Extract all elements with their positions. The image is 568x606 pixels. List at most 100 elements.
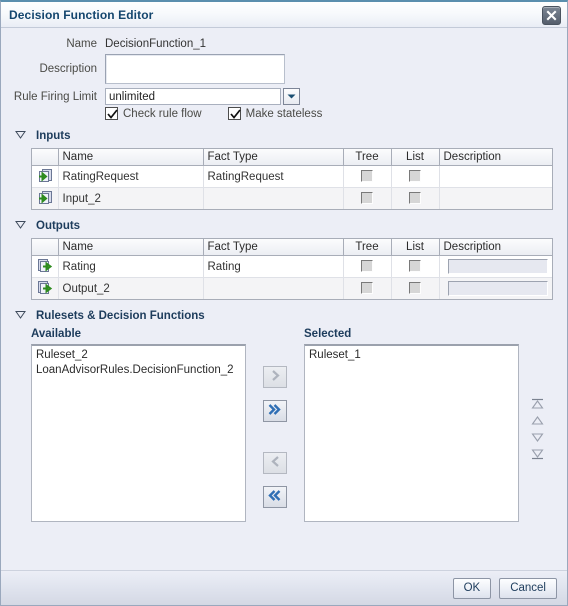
check-rule-flow-item[interactable]: Check rule flow: [105, 107, 202, 120]
input-fact-type-cell[interactable]: RatingRequest: [203, 165, 344, 188]
outputs-table-wrapper: Name Fact Type Tree List Description Rat…: [31, 238, 553, 300]
tree-checkbox[interactable]: [361, 260, 373, 273]
rule-firing-limit-label: Rule Firing Limit: [13, 90, 97, 103]
inputs-table: Name Fact Type Tree List Description Rat…: [32, 149, 552, 209]
outputs-header-row: Name Fact Type Tree List Description: [32, 239, 552, 256]
inputs-col-fact-type: Fact Type: [203, 149, 344, 166]
table-row[interactable]: Input_2: [32, 187, 552, 209]
inputs-section-header[interactable]: Inputs: [15, 130, 567, 142]
input-fact-type-cell[interactable]: [203, 187, 344, 209]
close-icon[interactable]: [542, 6, 561, 25]
chevron-double-right-icon: [268, 403, 283, 419]
rulesets-section-header[interactable]: Rulesets & Decision Functions: [15, 310, 567, 322]
disclosure-triangle-down-icon[interactable]: [15, 130, 26, 142]
list-checkbox[interactable]: [409, 282, 421, 295]
output-fact-type-cell[interactable]: Rating: [203, 255, 344, 278]
output-arrow-icon: [32, 255, 59, 278]
properties-form: Name DecisionFunction_1 Description Rule…: [1, 28, 567, 120]
name-value: DecisionFunction_1: [105, 38, 207, 50]
check-rule-flow-checkbox[interactable]: [105, 107, 118, 120]
table-row[interactable]: Rating Rating: [32, 255, 552, 278]
ruleset-shuttle: Available Ruleset_2 LoanAdvisorRules.Dec…: [1, 328, 567, 522]
rule-firing-limit-combo[interactable]: [105, 88, 300, 105]
selected-listbox[interactable]: Ruleset_1: [304, 344, 519, 522]
output-fact-type-cell[interactable]: [203, 277, 344, 299]
output-list-cell[interactable]: [391, 277, 440, 299]
input-name-cell[interactable]: RatingRequest: [58, 165, 204, 188]
list-item[interactable]: Ruleset_2: [32, 348, 245, 363]
ok-button[interactable]: OK: [452, 577, 492, 599]
table-row[interactable]: RatingRequest RatingRequest: [32, 165, 552, 188]
input-description-cell[interactable]: [439, 165, 552, 188]
chevron-left-icon: [269, 455, 282, 471]
list-item[interactable]: LoanAdvisorRules.DecisionFunction_2: [32, 363, 245, 378]
move-up-button[interactable]: [527, 413, 547, 430]
list-item[interactable]: Ruleset_1: [305, 348, 518, 363]
move-all-right-button[interactable]: [263, 400, 287, 422]
decision-function-editor-dialog: Decision Function Editor Name DecisionFu…: [0, 0, 568, 606]
list-checkbox[interactable]: [409, 260, 421, 273]
disclosure-triangle-down-icon[interactable]: [15, 220, 26, 232]
output-description-cell[interactable]: [439, 277, 552, 299]
disclosure-triangle-down-icon[interactable]: [15, 310, 26, 322]
name-row: Name DecisionFunction_1: [1, 38, 567, 50]
outputs-table: Name Fact Type Tree List Description Rat…: [32, 239, 552, 299]
make-stateless-checkbox[interactable]: [227, 107, 241, 120]
inputs-col-description: Description: [439, 149, 552, 166]
move-up-icon: [530, 414, 545, 430]
outputs-col-description: Description: [439, 239, 552, 256]
rulesets-section-title: Rulesets & Decision Functions: [36, 310, 205, 322]
chevron-down-icon[interactable]: [283, 88, 300, 105]
tree-checkbox[interactable]: [361, 282, 373, 295]
outputs-col-list: List: [391, 239, 440, 256]
move-to-top-icon: [530, 397, 545, 413]
input-list-cell[interactable]: [391, 187, 440, 209]
description-input[interactable]: [105, 54, 285, 84]
available-label: Available: [31, 328, 82, 340]
output-description-input[interactable]: [447, 259, 548, 274]
input-tree-cell[interactable]: [343, 165, 392, 188]
description-label: Description: [39, 63, 97, 75]
move-left-button[interactable]: [263, 452, 287, 474]
input-name-cell[interactable]: Input_2: [58, 187, 204, 209]
dialog-title: Decision Function Editor: [9, 7, 154, 22]
output-description-cell[interactable]: [439, 255, 552, 278]
tree-checkbox[interactable]: [361, 192, 373, 205]
inputs-col-icon: [32, 149, 59, 166]
move-down-button[interactable]: [527, 430, 547, 447]
outputs-section-header[interactable]: Outputs: [15, 220, 567, 232]
move-to-bottom-button[interactable]: [527, 447, 547, 464]
output-description-input[interactable]: [447, 281, 548, 296]
table-row[interactable]: Output_2: [32, 277, 552, 299]
cancel-button[interactable]: Cancel: [499, 577, 557, 599]
input-list-cell[interactable]: [391, 165, 440, 188]
move-down-icon: [530, 431, 545, 447]
rule-firing-limit-input[interactable]: [105, 88, 281, 105]
move-to-top-button[interactable]: [527, 396, 547, 413]
outputs-col-icon: [32, 239, 59, 256]
dialog-footer: OK Cancel: [1, 570, 567, 605]
make-stateless-label: Make stateless: [245, 107, 323, 120]
list-checkbox[interactable]: [409, 192, 421, 205]
input-tree-cell[interactable]: [343, 187, 392, 209]
list-checkbox[interactable]: [409, 170, 421, 183]
make-stateless-item[interactable]: Make stateless: [227, 107, 323, 120]
rule-firing-limit-row: Rule Firing Limit: [1, 88, 567, 105]
input-arrow-icon: [32, 165, 59, 188]
output-name-cell[interactable]: Rating: [58, 255, 204, 278]
input-description-cell[interactable]: [439, 187, 552, 209]
available-listbox[interactable]: Ruleset_2 LoanAdvisorRules.DecisionFunct…: [31, 344, 246, 522]
tree-checkbox[interactable]: [361, 170, 373, 183]
reorder-button-column: [527, 396, 547, 464]
output-name-cell[interactable]: Output_2: [58, 277, 204, 299]
output-list-cell[interactable]: [391, 255, 440, 278]
outputs-col-tree: Tree: [343, 239, 392, 256]
inputs-col-tree: Tree: [343, 149, 392, 166]
output-tree-cell[interactable]: [343, 277, 392, 299]
outputs-col-fact-type: Fact Type: [203, 239, 344, 256]
move-all-left-button[interactable]: [263, 486, 287, 508]
inputs-table-wrapper: Name Fact Type Tree List Description Rat…: [31, 148, 553, 210]
move-right-button[interactable]: [263, 366, 287, 388]
output-arrow-icon: [32, 277, 59, 299]
output-tree-cell[interactable]: [343, 255, 392, 278]
